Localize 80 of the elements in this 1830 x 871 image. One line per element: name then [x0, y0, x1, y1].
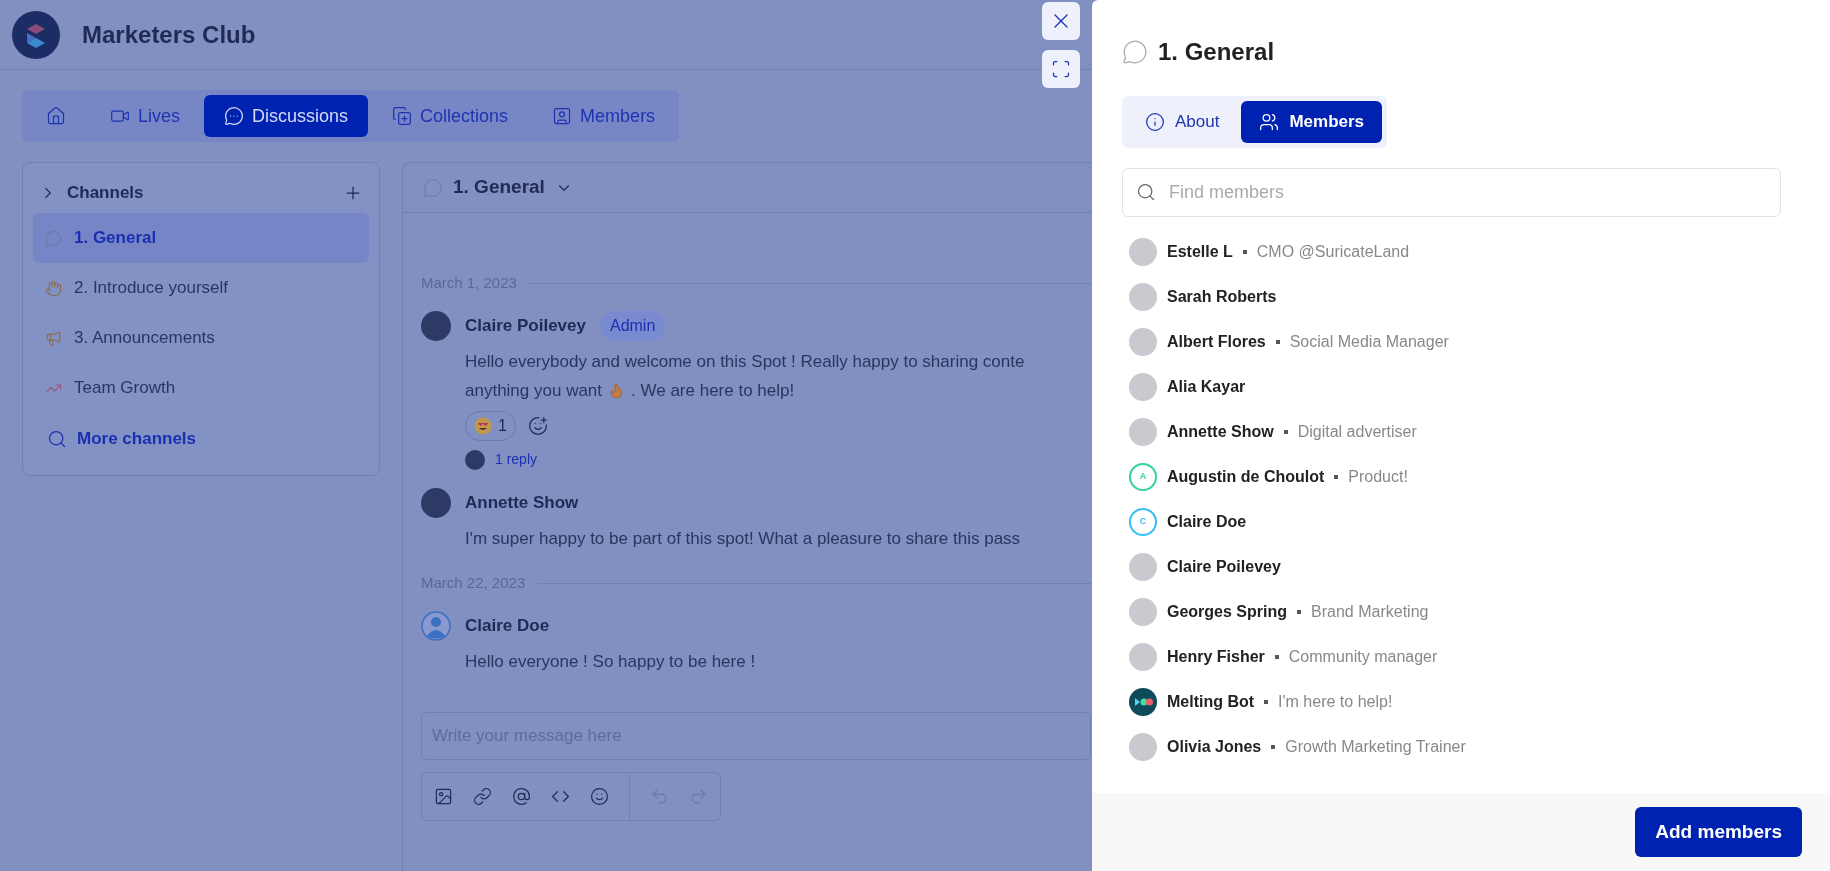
member-role: Community manager: [1288, 646, 1438, 667]
role-badge: Admin: [599, 311, 666, 341]
smiley-icon[interactable]: [590, 787, 609, 806]
megaphone-icon: [45, 329, 62, 347]
panel-title: 1. General: [1158, 37, 1275, 67]
message-text: anything you want: [465, 380, 603, 402]
people-icon: [1259, 112, 1280, 132]
avatar: [421, 311, 451, 341]
avatar: [1129, 552, 1157, 581]
heart-eyes-emoji-icon: [474, 417, 492, 435]
speech-bubble-icon: [45, 229, 62, 247]
message-text: I'm super happy to be part of this spot! What a pleasure to share this pass: [465, 528, 1021, 550]
close-button[interactable]: [1042, 2, 1080, 40]
avatar: [465, 449, 485, 470]
stack-plus-icon: [392, 106, 413, 126]
initial-avatar: A: [1129, 462, 1157, 491]
speech-bubble-icon: [1122, 39, 1148, 65]
message-text: Hello everyone ! So happy to be here !: [465, 651, 756, 673]
member-role: Digital advertiser: [1297, 421, 1417, 442]
channel-item[interactable]: 3. Announcements: [33, 313, 369, 363]
avatar: [1129, 597, 1157, 626]
link-icon[interactable]: [473, 787, 492, 806]
community-title: Marketers Club: [82, 19, 256, 50]
logo-icon[interactable]: [12, 10, 60, 59]
author-name[interactable]: Claire Doe: [465, 613, 550, 639]
member-name[interactable]: Claire Poilevey: [1167, 554, 1281, 579]
channels-heading: Channels: [67, 182, 144, 205]
message-text: Hello everybody and welcome on this Spot ! Really happy to sharing conte: [465, 351, 1025, 373]
avatar: [1129, 642, 1157, 671]
avatar: [1129, 327, 1157, 356]
member-name[interactable]: Augustin de Choulot: [1167, 464, 1325, 489]
avatar: [1129, 732, 1157, 761]
member-role: CMO @SuricateLand: [1256, 241, 1410, 262]
image-icon[interactable]: [434, 787, 453, 806]
user-avatar-icon: [421, 611, 451, 641]
member-name[interactable]: Melting Bot: [1167, 689, 1255, 714]
search-icon: [1136, 182, 1156, 202]
home-icon: [46, 106, 66, 126]
member-name[interactable]: Georges Spring: [1167, 599, 1288, 624]
nav-tab[interactable]: Discussions: [204, 95, 369, 137]
panel-tab[interactable]: About: [1127, 101, 1238, 143]
member-name[interactable]: Sarah Roberts: [1167, 284, 1277, 309]
channel-item[interactable]: 2. Introduce yourself: [33, 263, 369, 313]
member-role: I'm here to help!: [1278, 691, 1393, 712]
avatar: [1129, 237, 1157, 266]
member-name[interactable]: Estelle L: [1167, 239, 1233, 264]
fullscreen-button[interactable]: [1042, 50, 1080, 88]
initial-avatar: C: [1129, 507, 1157, 536]
member-role: Product!: [1348, 466, 1408, 487]
person-icon: [552, 106, 573, 126]
member-name[interactable]: Olivia Jones: [1167, 734, 1262, 759]
panel-tab[interactable]: Members: [1241, 101, 1383, 143]
search-icon: [47, 429, 67, 449]
author-name[interactable]: Annette Show: [465, 490, 579, 516]
channel-title: 1. General: [453, 175, 545, 200]
member-name[interactable]: Alia Kayar: [1167, 374, 1246, 399]
message-text: . We are here to help!: [631, 380, 795, 402]
hand-icon: [45, 279, 62, 297]
focus-frame-icon: [1051, 59, 1071, 79]
member-role: Brand Marketing: [1311, 601, 1429, 622]
avatar: [421, 488, 451, 518]
member-name[interactable]: Henry Fisher: [1167, 644, 1265, 669]
chat-bubble-icon: [224, 106, 245, 126]
member-role: Social Media Manager: [1289, 331, 1449, 352]
at-sign-icon[interactable]: [512, 787, 531, 806]
avatar: [1129, 282, 1157, 311]
member-name[interactable]: Annette Show: [1167, 419, 1274, 444]
info-icon: [1145, 112, 1165, 132]
member-search-field[interactable]: Find members: [1122, 168, 1781, 217]
member-name[interactable]: Albert Flores: [1167, 329, 1266, 354]
speech-bubble-icon: [423, 177, 443, 198]
member-name[interactable]: Claire Doe: [1167, 509, 1247, 534]
author-name[interactable]: Claire Poilevey: [465, 313, 586, 339]
add-members-button[interactable]: Add members: [1635, 807, 1802, 857]
add-reaction-icon[interactable]: [527, 416, 548, 436]
bot-logo-icon: [1129, 687, 1157, 716]
channel-item[interactable]: Team Growth: [33, 363, 369, 413]
avatar: [1129, 372, 1157, 401]
member-role: Growth Marketing Trainer: [1285, 736, 1466, 757]
avatar: [1129, 417, 1157, 446]
